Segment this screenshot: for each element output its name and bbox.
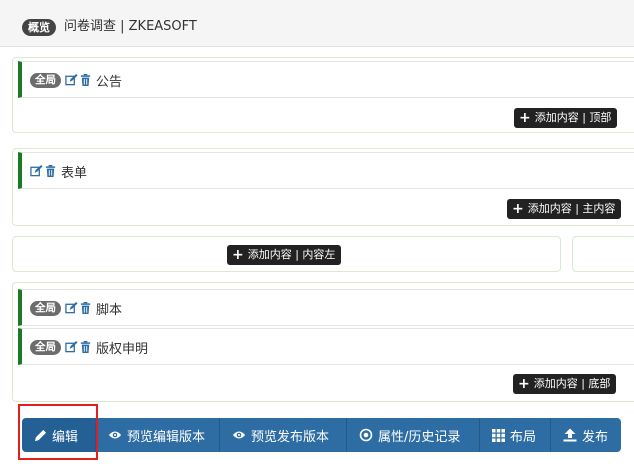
widget-form[interactable]: 表单: [18, 152, 634, 189]
overview-badge[interactable]: 概览: [22, 19, 56, 36]
edit-icon[interactable]: [30, 164, 43, 178]
zone-bottom: 全局 脚本 全局 版权申明 + 添加内容 | 底部: [12, 282, 634, 402]
plus-icon: +: [518, 376, 530, 392]
delete-icon[interactable]: [79, 340, 92, 354]
preview-published-button[interactable]: 预览发布版本: [220, 418, 347, 452]
design-toolbar: 编辑 预览编辑版本 预览发布版本 属性/历史记录 布局 发布: [22, 418, 621, 452]
grid-icon: [492, 428, 505, 442]
widget-title: 公告: [96, 74, 123, 90]
edit-button[interactable]: 编辑: [22, 418, 96, 452]
scope-badge: 全局: [30, 72, 61, 88]
pencil-icon: [34, 429, 47, 441]
widget-title: 版权申明: [96, 341, 149, 357]
add-content-top-button[interactable]: + 添加内容 | 顶部: [514, 108, 618, 128]
zone-main: 表单 + 添加内容 | 主内容: [12, 148, 634, 226]
edit-icon[interactable]: [65, 301, 78, 315]
target-icon: [359, 428, 373, 442]
delete-icon[interactable]: [44, 164, 57, 178]
publish-button[interactable]: 发布: [551, 418, 621, 452]
zone-top: 全局 公告 + 添加内容 | 顶部: [12, 57, 634, 133]
widget-announcement[interactable]: 全局 公告: [18, 61, 634, 98]
delete-icon[interactable]: [79, 73, 92, 87]
upload-icon: [563, 428, 577, 442]
plus-icon: +: [512, 201, 524, 217]
page-header: 概览 问卷调查 | ZKEASOFT: [0, 0, 634, 47]
widget-script[interactable]: 全局 脚本: [18, 289, 634, 326]
properties-history-button[interactable]: 属性/历史记录: [347, 418, 480, 452]
scope-badge: 全局: [30, 339, 61, 355]
zone-content-right: [572, 236, 634, 272]
scope-badge: 全局: [30, 300, 61, 316]
eye-icon: [232, 431, 246, 439]
preview-draft-button[interactable]: 预览编辑版本: [96, 418, 220, 452]
add-content-main-button[interactable]: + 添加内容 | 主内容: [507, 199, 622, 219]
layout-button[interactable]: 布局: [480, 418, 551, 452]
plus-icon: +: [519, 110, 531, 126]
edit-icon[interactable]: [65, 340, 78, 354]
add-content-left-button[interactable]: + 添加内容 | 内容左: [227, 245, 342, 265]
widget-title: 表单: [61, 165, 88, 181]
plus-icon: +: [232, 247, 244, 263]
page-title: 问卷调查 | ZKEASOFT: [64, 19, 197, 34]
edit-icon[interactable]: [65, 73, 78, 87]
add-content-bottom-button[interactable]: + 添加内容 | 底部: [513, 374, 617, 394]
delete-icon[interactable]: [79, 301, 92, 315]
widget-copyright[interactable]: 全局 版权申明: [18, 328, 634, 365]
zone-content-left: + 添加内容 | 内容左: [12, 236, 561, 272]
widget-title: 脚本: [96, 302, 123, 318]
eye-icon: [108, 431, 122, 439]
